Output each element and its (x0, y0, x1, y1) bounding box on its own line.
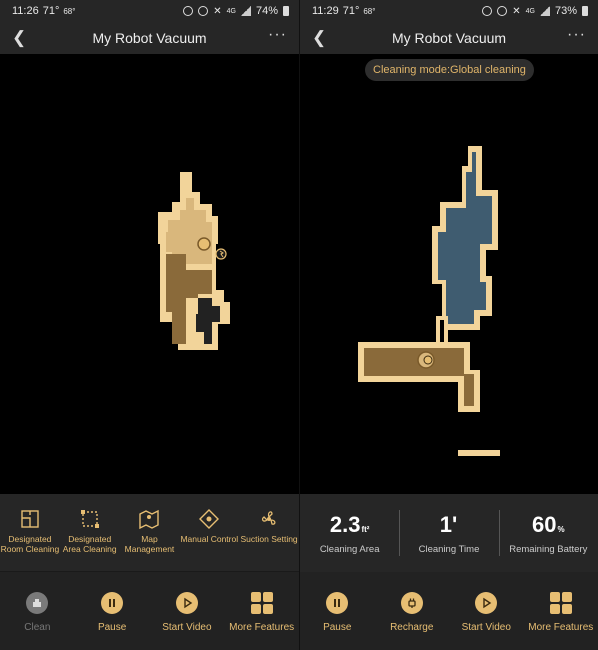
page-title: My Robot Vacuum (391, 30, 507, 46)
more-options-icon[interactable]: ··· (268, 26, 287, 44)
plug-icon (400, 592, 423, 614)
grid-icon (250, 592, 273, 614)
pause-icon (326, 592, 349, 614)
status-bar: 11:26 71° 68° ✕ 4G 74% (0, 0, 299, 22)
status-bar: 11:29 71° 68° ✕ 4G 73% (300, 0, 598, 22)
action-label: Pause (323, 622, 352, 633)
stats-bar: 2.3 ft² Cleaning Area 1' Cleaning Time 60… (300, 494, 598, 572)
feature-bar: Designated Room Cleaning Designated Area… (0, 494, 299, 572)
stat-unit: % (557, 524, 565, 534)
battery-icon (283, 6, 289, 16)
stat-value: 60 (532, 511, 557, 537)
signal-icon (539, 6, 550, 16)
phone-screen-right: 11:29 71° 68° ✕ 4G 73% ❮ My Robot Vacuum… (299, 0, 598, 650)
back-icon[interactable]: ❮ (312, 28, 326, 48)
signal-icon (240, 6, 251, 16)
action-label: Recharge (390, 622, 434, 633)
stat-label: Remaining Battery (509, 543, 588, 555)
mute-icon: ✕ (512, 5, 521, 17)
manual-control-button[interactable]: Manual Control (179, 494, 239, 571)
cleaning-mode-chip: Cleaning mode:Global cleaning (365, 59, 534, 81)
stat-unit: ft² (361, 524, 370, 534)
dpad-icon (199, 509, 220, 529)
network-label: 4G (525, 7, 535, 15)
action-label: Pause (97, 622, 127, 633)
sync-icon (183, 6, 194, 16)
action-label: More Features (528, 622, 594, 633)
status-temp-sub: 68° (63, 6, 76, 16)
map-canvas (158, 172, 230, 350)
fan-icon (262, 511, 276, 525)
dnd-icon (497, 6, 508, 16)
action-label: Clean (24, 622, 51, 633)
designated-room-cleaning-button[interactable]: Designated Room Cleaning (0, 494, 60, 571)
status-time: 11:29 (312, 5, 339, 17)
pause-icon (101, 592, 124, 614)
feature-label: Suction Setting (240, 534, 298, 544)
action-label: Start Video (162, 622, 212, 633)
status-temp: 71° (342, 5, 360, 17)
status-temp-sub: 68° (363, 6, 376, 16)
cleaning-map[interactable]: Cleaning mode:Global cleaning (300, 54, 598, 494)
clean-icon (26, 592, 49, 614)
action-label: More Features (229, 622, 295, 633)
action-bar: Pause Recharge Start Video More Features (300, 572, 598, 650)
play-icon (175, 592, 198, 614)
stat-label: Cleaning Area (319, 543, 380, 555)
phone-screen-left: 11:26 71° 68° ✕ 4G 74% ❮ My Robot Vacuum… (0, 0, 299, 650)
more-features-button[interactable]: More Features (224, 572, 299, 650)
recharge-button[interactable]: Recharge (375, 572, 450, 650)
feature-label: Map Management (124, 534, 175, 554)
sync-icon (482, 6, 493, 16)
suction-setting-button[interactable]: Suction Setting (239, 494, 299, 571)
app-bar: ❮ My Robot Vacuum ··· (300, 22, 598, 54)
cleaning-map[interactable] (0, 54, 299, 494)
cleaning-area-stat: 2.3 ft² Cleaning Area (300, 494, 399, 572)
start-video-button[interactable]: Start Video (449, 572, 524, 650)
battery-percent: 73% (554, 5, 577, 17)
dnd-icon (198, 6, 209, 16)
network-label: 4G (226, 7, 236, 15)
feature-label: Manual Control (180, 534, 239, 544)
more-options-icon[interactable]: ··· (567, 26, 586, 44)
status-time: 11:26 (12, 5, 39, 17)
start-video-button[interactable]: Start Video (150, 572, 225, 650)
cleaning-time-stat: 1' Cleaning Time (399, 494, 498, 572)
stat-label: Cleaning Time (418, 543, 480, 555)
status-temp: 71° (42, 5, 60, 17)
stat-value: 2.3 (329, 511, 361, 537)
app-bar: ❮ My Robot Vacuum ··· (0, 22, 299, 54)
designated-area-cleaning-button[interactable]: Designated Area Cleaning (60, 494, 120, 571)
map-icon (139, 509, 160, 530)
action-label: Start Video (461, 622, 511, 633)
back-icon[interactable]: ❮ (12, 28, 26, 48)
battery-icon (582, 6, 588, 16)
pause-button[interactable]: Pause (300, 572, 375, 650)
map-management-button[interactable]: Map Management (120, 494, 180, 571)
map-canvas (358, 146, 500, 456)
grid-icon (549, 592, 572, 614)
dock-line (458, 450, 500, 456)
more-features-button[interactable]: More Features (524, 572, 598, 650)
clean-button[interactable]: Clean (0, 572, 75, 650)
mute-icon: ✕ (213, 5, 222, 17)
stat-value: 1' (439, 511, 458, 537)
remaining-battery-stat: 60% Remaining Battery (498, 494, 598, 572)
robot-position (197, 237, 211, 251)
area-icon (80, 510, 99, 528)
feature-label: Designated Area Cleaning (62, 534, 117, 554)
pause-button[interactable]: Pause (75, 572, 150, 650)
play-icon (475, 592, 498, 614)
room-icon (21, 510, 39, 528)
action-bar: Clean Pause Start Video More Features (0, 572, 299, 650)
page-title: My Robot Vacuum (92, 30, 207, 46)
battery-percent: 74% (255, 5, 278, 17)
feature-label: Designated Room Cleaning (0, 534, 60, 554)
